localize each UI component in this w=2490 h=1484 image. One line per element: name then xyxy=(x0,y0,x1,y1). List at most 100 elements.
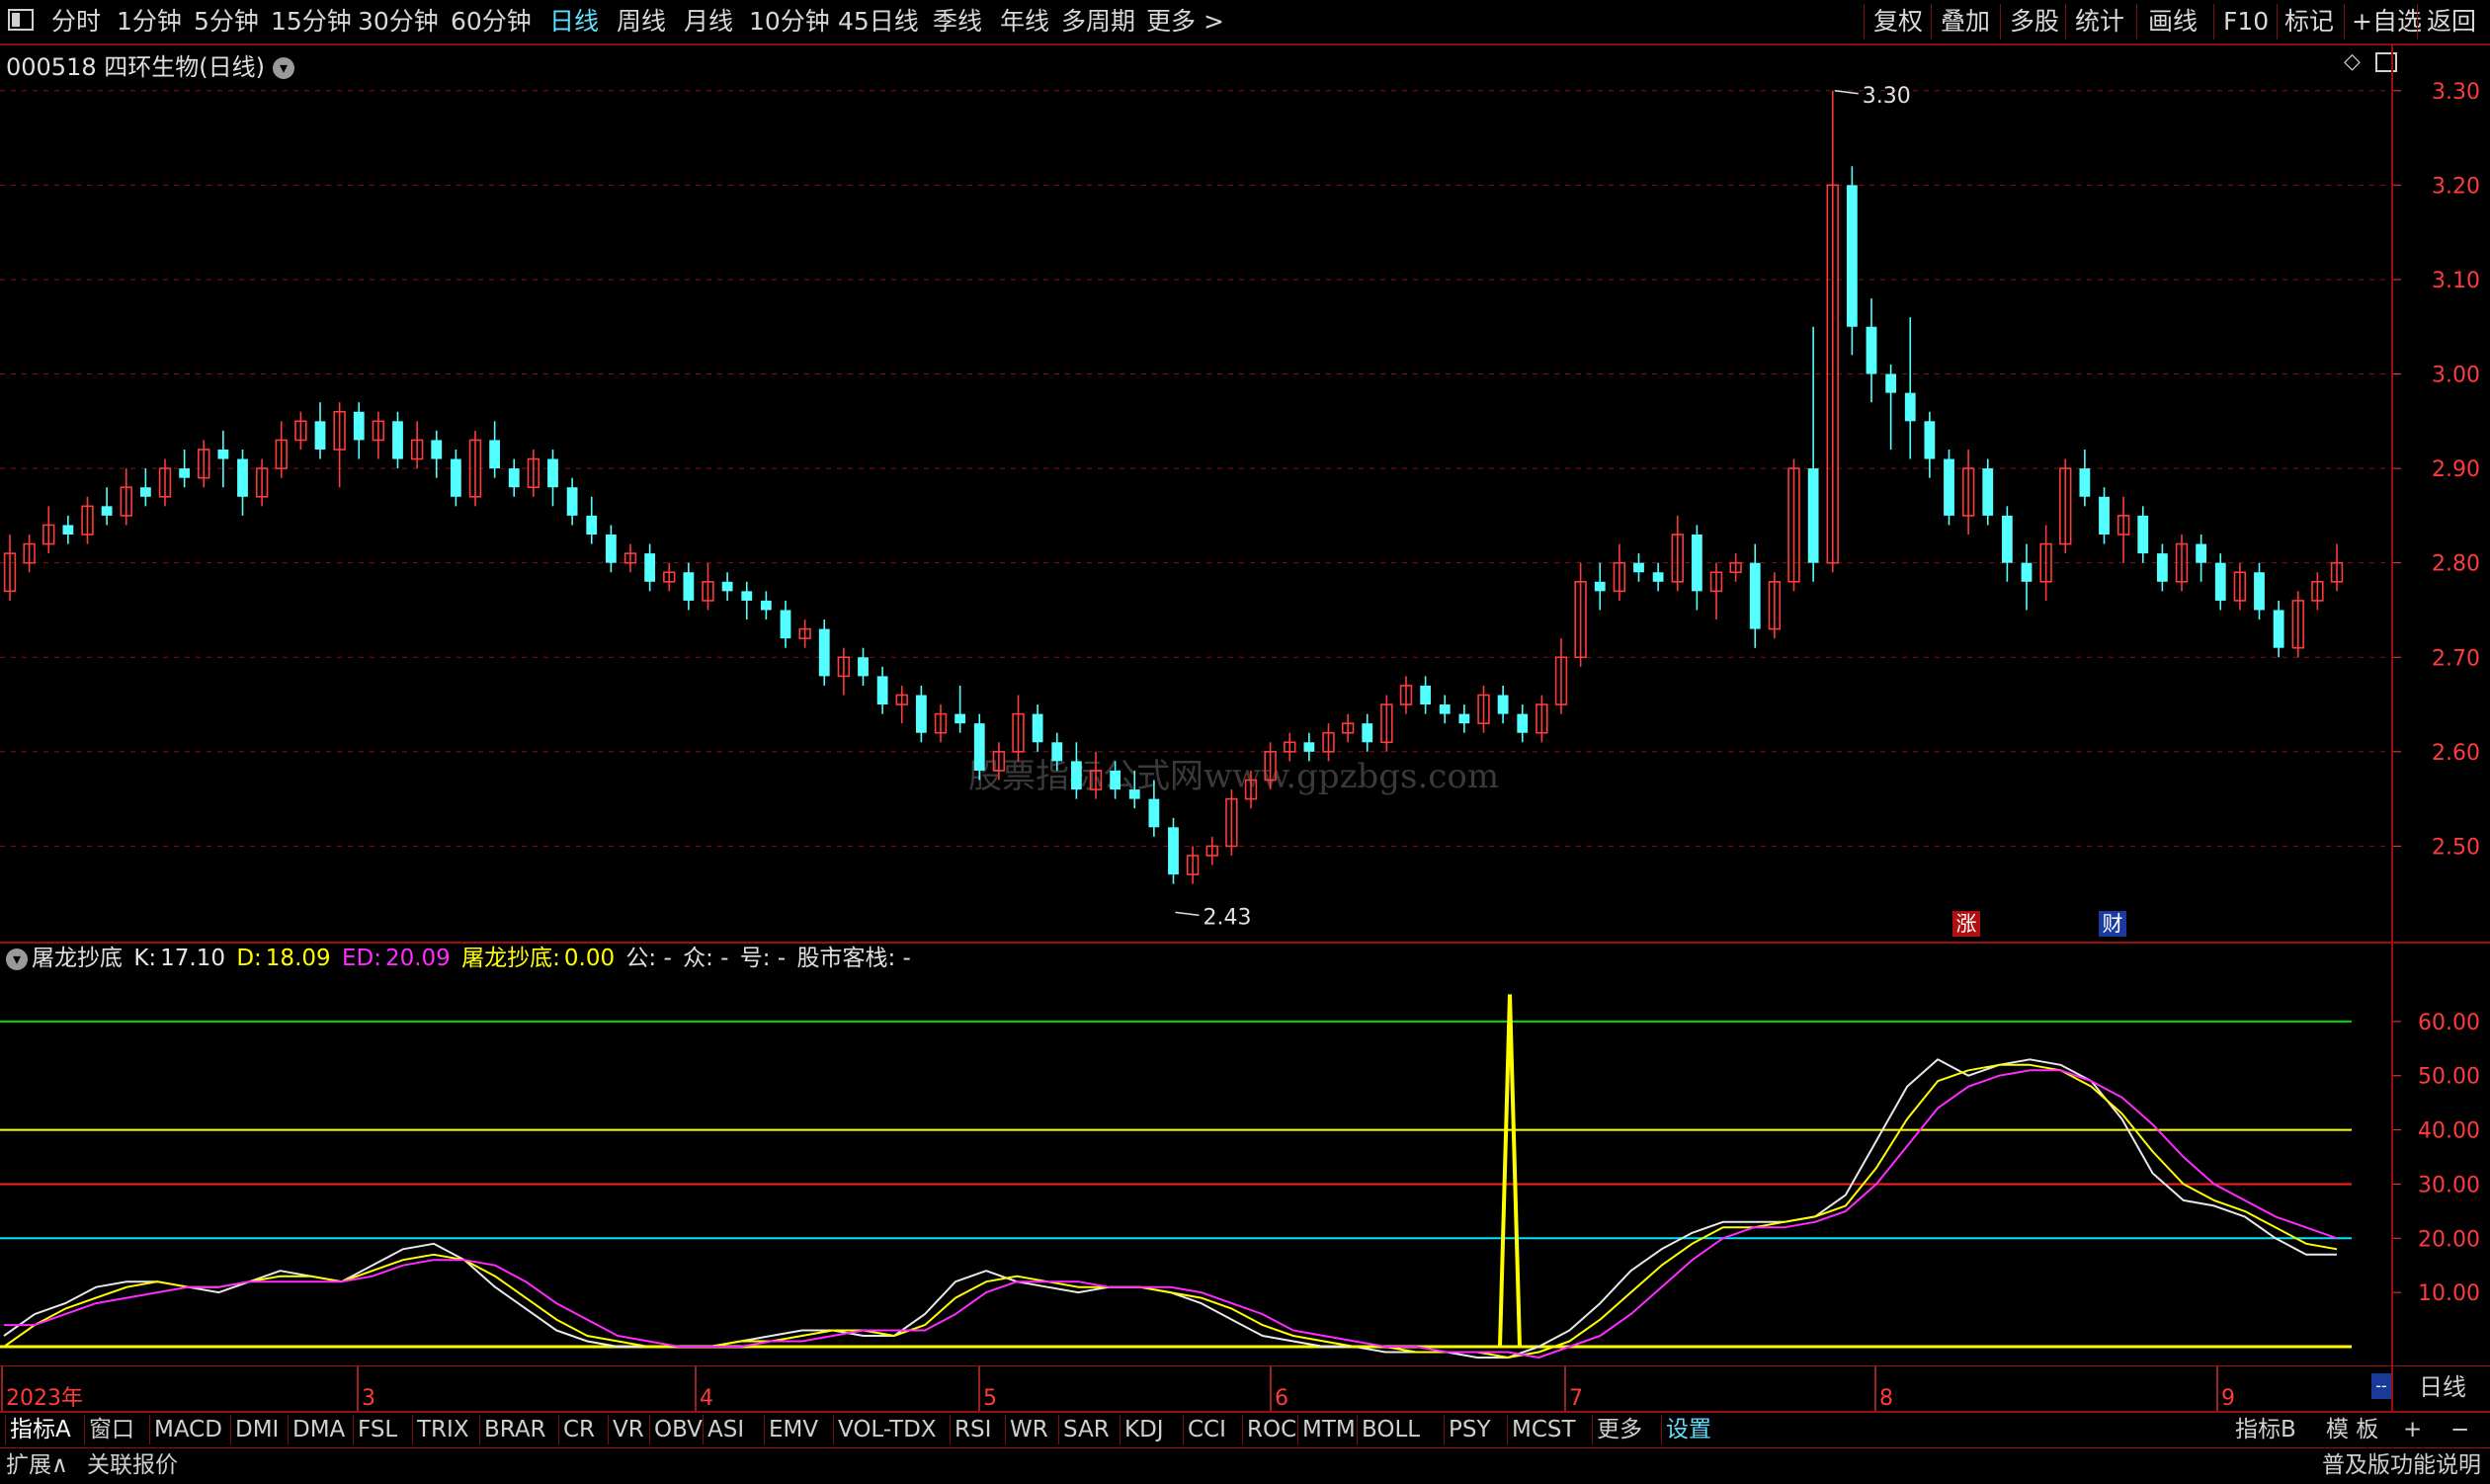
indicator-tab-16[interactable]: SAR xyxy=(1063,1413,1110,1446)
tab-right-1[interactable]: 模 板 xyxy=(2326,1413,2378,1446)
candle-body xyxy=(1458,713,1470,724)
indicator-tab-6[interactable]: TRIX xyxy=(417,1413,469,1446)
candle-body xyxy=(1439,704,1451,714)
tab-separator xyxy=(1183,1415,1184,1444)
indicator-tab-20[interactable]: MTM xyxy=(1302,1413,1356,1446)
price-axis-label: 3.20 xyxy=(2432,174,2480,199)
cai-badge[interactable]: 财 xyxy=(2099,911,2126,937)
candle-body xyxy=(1517,713,1529,733)
candle-body xyxy=(139,487,151,497)
date-label: 9 xyxy=(2221,1386,2235,1411)
tl-label: 屠龙抄底: xyxy=(461,946,560,971)
date-axis-divider xyxy=(0,1365,2490,1366)
indicator-tab-3[interactable]: DMI xyxy=(235,1413,279,1446)
indicator-axis-label: 60.00 xyxy=(2418,1011,2480,1035)
date-label: 8 xyxy=(1879,1386,1893,1411)
candle-body xyxy=(954,713,966,724)
tab-separator xyxy=(1005,1415,1006,1444)
bottom-divider xyxy=(0,1447,2490,1448)
tab-separator xyxy=(608,1415,609,1444)
candle-body xyxy=(1691,535,1702,592)
candle-body xyxy=(179,468,191,478)
candle-body xyxy=(1594,581,1606,592)
candle-body xyxy=(915,695,927,733)
indicator-tab-13[interactable]: VOL-TDX xyxy=(838,1413,937,1446)
date-axis-period[interactable]: 日线 xyxy=(2395,1371,2490,1403)
indicator-tab-8[interactable]: CR xyxy=(563,1413,595,1446)
indicator-axis-label: 30.00 xyxy=(2418,1173,2480,1197)
indicator-tab-7[interactable]: BRAR xyxy=(484,1413,546,1446)
candle-body xyxy=(2099,496,2110,536)
candle-body xyxy=(721,581,733,592)
tab-separator xyxy=(1297,1415,1298,1444)
price-axis-label: 2.60 xyxy=(2432,741,2480,766)
candle-body xyxy=(605,535,617,563)
expand-button[interactable]: 扩展∧ xyxy=(6,1448,68,1482)
candle-body xyxy=(683,572,695,601)
indicator-tab-17[interactable]: KDJ xyxy=(1124,1413,1164,1446)
indicator-tab-9[interactable]: VR xyxy=(613,1413,644,1446)
indicator-axis-label: 10.00 xyxy=(2418,1281,2480,1306)
candle-body xyxy=(2254,572,2265,611)
pane-divider[interactable] xyxy=(0,942,2490,944)
candle-body xyxy=(1749,562,1761,629)
price-axis-label: 2.70 xyxy=(2432,646,2480,671)
candle-body xyxy=(2273,610,2284,648)
date-axis-corner[interactable]: -- xyxy=(2371,1373,2391,1399)
indicator-tab-24[interactable]: 更多 xyxy=(1597,1413,1642,1446)
indicator-name[interactable]: 屠龙抄底 xyxy=(32,946,123,971)
tab-separator xyxy=(1242,1415,1243,1444)
price-axis-label: 3.30 xyxy=(2432,80,2480,105)
candle-body xyxy=(1128,789,1140,799)
candle-body xyxy=(741,591,753,601)
candle-body xyxy=(1633,562,1644,573)
candle-body xyxy=(1866,326,1877,374)
tab-right-3[interactable]: − xyxy=(2450,1413,2469,1446)
indicator-tab-1[interactable]: 窗口 xyxy=(89,1413,134,1446)
indicator-tab-23[interactable]: MCST xyxy=(1512,1413,1576,1446)
d-value: 18.09 xyxy=(265,946,331,971)
tab-separator xyxy=(412,1415,413,1444)
indicator-tab-22[interactable]: PSY xyxy=(1449,1413,1491,1446)
candle-body xyxy=(392,421,403,459)
zhang-badge[interactable]: 涨 xyxy=(1952,911,1980,937)
related-quote-button[interactable]: 关联报价 xyxy=(87,1448,178,1482)
indicator-tab-10[interactable]: OBV xyxy=(654,1413,703,1446)
indicator-tab-2[interactable]: MACD xyxy=(154,1413,222,1446)
indicator-dropdown-icon[interactable]: ▾ xyxy=(6,948,28,970)
indicator-tab-4[interactable]: DMA xyxy=(292,1413,345,1446)
tab-separator xyxy=(84,1415,85,1444)
ed-label: ED: xyxy=(341,946,381,971)
indicator-tab-0[interactable]: 指标A xyxy=(10,1413,71,1446)
tab-right-0[interactable]: 指标B xyxy=(2235,1413,2296,1446)
indicator-tab-14[interactable]: RSI xyxy=(954,1413,991,1446)
indicator-axis-label: 20.00 xyxy=(2418,1227,2480,1252)
indicator-tab-25[interactable]: 设置 xyxy=(1666,1413,1711,1446)
indicator-tab-18[interactable]: CCI xyxy=(1188,1413,1226,1446)
candle-body xyxy=(566,487,578,516)
candle-body xyxy=(508,468,520,488)
candle-body xyxy=(644,553,656,582)
date-label: 2023年 xyxy=(6,1386,83,1411)
tab-right-2[interactable]: + xyxy=(2403,1413,2422,1446)
price-axis-label: 3.00 xyxy=(2432,364,2480,388)
axis-divider xyxy=(2391,43,2393,1412)
indicator-tab-21[interactable]: BOLL xyxy=(1362,1413,1420,1446)
candle-body xyxy=(2001,515,2013,563)
candle-body xyxy=(1944,458,1954,516)
indicator-tab-19[interactable]: ROC xyxy=(1247,1413,1296,1446)
tab-separator xyxy=(230,1415,231,1444)
tab-separator xyxy=(1661,1415,1662,1444)
tab-separator xyxy=(950,1415,951,1444)
edition-info-link[interactable]: 普及版功能说明 xyxy=(2322,1448,2481,1482)
candle-body xyxy=(2196,543,2207,563)
tab-separator xyxy=(703,1415,704,1444)
candle-body xyxy=(1807,468,1819,563)
gong-value: 公: - xyxy=(625,946,672,971)
indicator-tab-11[interactable]: ASI xyxy=(707,1413,744,1446)
candle-body xyxy=(314,421,326,450)
indicator-tab-12[interactable]: EMV xyxy=(769,1413,818,1446)
indicator-series-d xyxy=(3,1063,2338,1359)
indicator-tab-15[interactable]: WR xyxy=(1010,1413,1048,1446)
indicator-tab-5[interactable]: FSL xyxy=(358,1413,397,1446)
